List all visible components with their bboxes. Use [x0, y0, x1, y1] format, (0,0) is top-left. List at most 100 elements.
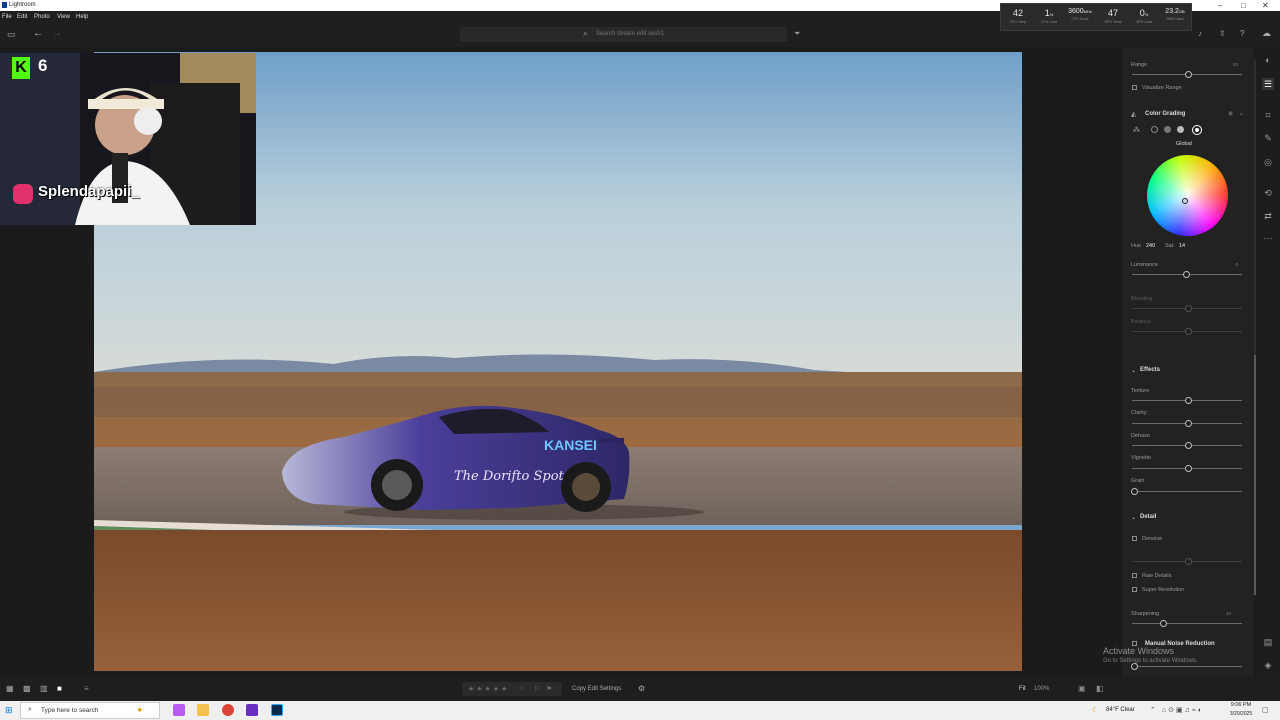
keywords-icon[interactable]: ◈ [1262, 659, 1274, 671]
sat-value[interactable]: 14 [1179, 243, 1185, 249]
search-bar[interactable]: ⌕ Search stream edit sesh1 ⏷ [460, 27, 800, 42]
weather-text[interactable]: 84°F Clear [1106, 707, 1135, 713]
luminance-noise-slider[interactable] [1132, 666, 1242, 667]
history-icon[interactable]: ⟲ [1262, 187, 1274, 199]
healing-icon[interactable]: ✎ [1262, 132, 1274, 144]
tray-chevron-icon[interactable]: ⌃ [1150, 706, 1156, 714]
forward-arrow-icon[interactable]: → [52, 28, 62, 39]
highlights-wheel-icon[interactable] [1177, 126, 1184, 133]
vignette-label: Vignette [1131, 455, 1152, 461]
flag-pick-icon[interactable]: ⚐ [534, 685, 540, 693]
filter-icon[interactable]: ⏷ [794, 29, 800, 39]
global-label: Global [1176, 141, 1192, 147]
flag-reject-icon[interactable]: ⚑ [546, 685, 552, 693]
taskbar-app-stream-tool[interactable] [246, 704, 258, 716]
maximize-icon[interactable]: □ [1241, 1, 1246, 10]
sharpening-value: 40 [1225, 611, 1231, 616]
minimize-icon[interactable]: – [1218, 1, 1222, 10]
copy-edit-settings-button[interactable]: Copy Edit Settings ⚙ [566, 682, 645, 696]
filmstrip-view-icon[interactable]: ▥ [40, 684, 48, 693]
detail-header[interactable]: Detail [1140, 514, 1156, 520]
notifications-icon[interactable]: ▢ [1262, 706, 1269, 714]
color-grading-header[interactable]: Color Grading [1145, 111, 1185, 117]
shadows-wheel-icon[interactable] [1151, 126, 1158, 133]
global-wheel-icon[interactable] [1192, 125, 1202, 135]
back-arrow-icon[interactable]: ← [33, 28, 43, 39]
texture-slider-knob[interactable] [1185, 397, 1192, 404]
super-resolution-checkbox[interactable] [1132, 587, 1137, 592]
cloud-icon[interactable]: ☁ [1262, 28, 1271, 39]
clarity-slider-knob[interactable] [1185, 420, 1192, 427]
help-icon[interactable]: ? [1240, 29, 1244, 38]
vignette-slider-knob[interactable] [1185, 465, 1192, 472]
taskbar-search-box[interactable]: ⌕ Type here to search ✦ [20, 702, 160, 719]
rating-stars-icon[interactable]: ★★★★★ [468, 685, 509, 693]
unflag-icon[interactable]: ○ [520, 685, 524, 692]
presets-icon[interactable]: ◐ [1262, 54, 1274, 66]
settings-gear-icon[interactable]: ⚙ [638, 684, 645, 693]
more-options-icon[interactable]: ⋯ [1262, 232, 1274, 244]
crop-icon[interactable]: ⌗ [1262, 109, 1274, 121]
edit-sliders-icon[interactable]: ☰ [1262, 78, 1274, 90]
taskbar-app-copilot[interactable] [173, 704, 185, 716]
detail-view-icon[interactable]: ■ [57, 684, 62, 693]
menu-file[interactable]: File [2, 14, 12, 20]
color-wheel-handle[interactable] [1182, 198, 1188, 204]
panel-toggle-icon[interactable]: ▭ [7, 29, 16, 40]
three-way-icon[interactable]: ⁂ [1133, 126, 1140, 134]
menu-photo[interactable]: Photo [34, 14, 50, 20]
chevron-down-icon[interactable]: ⌄ [1239, 110, 1244, 117]
zoom-percentage[interactable]: 100% [1034, 686, 1049, 692]
detail-chevron-icon[interactable]: ⌄ [1131, 514, 1136, 521]
taskbar-app-file-explorer[interactable] [197, 704, 209, 716]
streamer-webcam: K 6 Splendapapii_ [0, 53, 256, 225]
grid-view-icon[interactable]: ▦ [6, 684, 14, 693]
menu-edit[interactable]: Edit [17, 14, 27, 20]
effects-header[interactable]: Effects [1140, 367, 1160, 373]
effects-chevron-icon[interactable]: ⌄ [1131, 367, 1136, 374]
dehaze-slider-knob[interactable] [1185, 442, 1192, 449]
star-rating[interactable]: ★★★★★ ○ ⚐ ⚑ [462, 682, 562, 696]
menu-help[interactable]: Help [76, 14, 88, 20]
color-wheel[interactable] [1147, 155, 1228, 236]
tray-apps-icon[interactable]: ⌂ ⊙ ▣ ♫ ⌁ ◐ [1162, 706, 1202, 714]
square-grid-icon[interactable]: ▩ [23, 684, 31, 693]
sharpening-slider-knob[interactable] [1160, 620, 1167, 627]
performance-overlay: 42 CPU Temp 1% CPU Load 3600MHz CPU Clock 4… [1000, 3, 1192, 31]
car-brand-decal: KANSEI [544, 437, 597, 453]
masking-icon[interactable]: ◎ [1262, 156, 1274, 168]
clock-date[interactable]: 3/20/2025 [1225, 711, 1257, 717]
fit-zoom-option[interactable]: Fit [1019, 686, 1026, 692]
range-slider-knob[interactable] [1185, 71, 1192, 78]
hue-value[interactable]: 240 [1146, 243, 1155, 249]
visualize-range-checkbox[interactable] [1132, 85, 1137, 90]
luminance-slider-knob[interactable] [1183, 271, 1190, 278]
search-placeholder: Search stream edit sesh1 [596, 31, 665, 37]
raw-details-checkbox[interactable] [1132, 573, 1137, 578]
compare-view-icon[interactable]: ▣ [1078, 684, 1086, 693]
luminance-noise-knob[interactable] [1131, 663, 1138, 670]
activate-windows-subtext: Go to Settings to activate Windows. [1103, 658, 1198, 664]
sort-icon[interactable]: ≡ [84, 684, 89, 693]
windows-start-icon[interactable]: ⊞ [5, 705, 13, 716]
bell-icon[interactable]: ♪ [1198, 29, 1202, 38]
versions-icon[interactable]: ⇄ [1262, 210, 1274, 222]
grain-slider[interactable] [1132, 491, 1242, 492]
menu-view[interactable]: View [57, 14, 70, 20]
color-grading-icon: ◭ [1131, 111, 1137, 118]
before-after-icon[interactable]: ◧ [1096, 684, 1104, 693]
comments-icon[interactable]: ▤ [1262, 636, 1274, 648]
share-icon[interactable]: ⇪ [1219, 29, 1226, 38]
midtones-wheel-icon[interactable] [1164, 126, 1171, 133]
grain-slider-knob[interactable] [1131, 488, 1138, 495]
clock-time[interactable]: 9:06 PM [1225, 702, 1257, 708]
range-value: 50 [1232, 62, 1238, 67]
kick-follower-count: 6 [38, 56, 48, 75]
denoise-checkbox[interactable] [1132, 536, 1137, 541]
eye-icon[interactable]: ◉ [1228, 110, 1233, 117]
taskbar-app-chrome[interactable] [222, 704, 234, 716]
close-icon[interactable]: ✕ [1262, 1, 1269, 10]
taskbar-app-lightroom[interactable] [271, 704, 283, 716]
copy-edit-settings-label: Copy Edit Settings [572, 686, 622, 692]
sharpening-slider[interactable] [1132, 623, 1242, 624]
